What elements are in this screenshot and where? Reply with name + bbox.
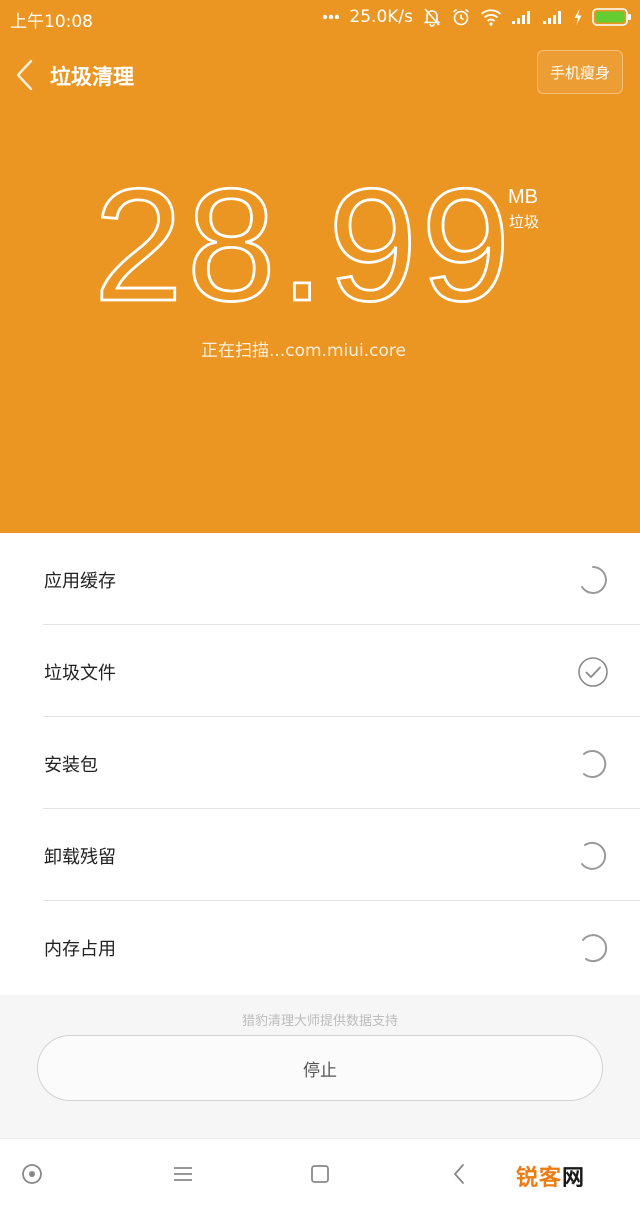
chevron-left-icon bbox=[16, 59, 33, 91]
list-item-label: 应用缓存 bbox=[44, 571, 116, 592]
status-indicators: 25.0K/s bbox=[322, 5, 632, 29]
list-item-label: 内存占用 bbox=[44, 939, 116, 960]
list-item-memory-usage[interactable]: 内存占用 bbox=[0, 901, 640, 993]
back-button[interactable] bbox=[10, 56, 44, 94]
list-item-junk-files[interactable]: 垃圾文件 bbox=[0, 625, 640, 717]
menu-icon[interactable] bbox=[170, 1161, 196, 1187]
loading-spinner-icon bbox=[583, 750, 607, 778]
list-item-app-cache[interactable]: 应用缓存 bbox=[0, 533, 640, 625]
junk-size-value: 28.99 bbox=[94, 168, 510, 318]
watermark-logo: 锐客网 bbox=[516, 1160, 585, 1192]
wifi-icon bbox=[480, 9, 502, 26]
page-title: 垃圾清理 bbox=[50, 65, 134, 89]
loading-spinner-icon bbox=[581, 841, 607, 870]
loading-spinner-icon bbox=[582, 934, 608, 963]
stop-button[interactable]: 停止 bbox=[37, 1035, 603, 1101]
watermark-text-a: 锐客 bbox=[516, 1166, 563, 1191]
category-list: 应用缓存 垃圾文件 安装包 卸载残留 内存占用 bbox=[0, 533, 640, 993]
footer: 猎豹清理大师提供数据支持 停止 bbox=[0, 995, 640, 1138]
junk-size-display: 28.99 bbox=[92, 168, 510, 318]
phone-slim-button[interactable]: 手机瘦身 bbox=[537, 50, 623, 94]
alarm-icon bbox=[452, 8, 470, 26]
list-item-label: 卸载残留 bbox=[44, 847, 116, 868]
check-circle-icon bbox=[578, 657, 608, 687]
watermark-text-b: 网 bbox=[562, 1166, 586, 1191]
signal-icon bbox=[543, 11, 561, 24]
junk-unit: MB bbox=[508, 186, 538, 208]
status-time: 上午10:08 bbox=[10, 12, 93, 32]
charging-icon bbox=[574, 9, 582, 25]
junk-unit-label: 垃圾 bbox=[509, 213, 540, 231]
square-icon[interactable] bbox=[307, 1161, 333, 1187]
mute-bell-icon bbox=[423, 8, 441, 27]
list-item-uninstall-residue[interactable]: 卸载残留 bbox=[0, 809, 640, 901]
battery-icon bbox=[592, 8, 631, 26]
signal-icon bbox=[512, 11, 530, 24]
data-provider-note: 猎豹清理大师提供数据支持 bbox=[241, 1014, 398, 1029]
back-chevron-icon[interactable] bbox=[447, 1161, 473, 1187]
status-bar: 上午10:08 25.0K/s bbox=[0, 0, 640, 34]
network-speed: 25.0K/s bbox=[349, 7, 413, 27]
scanning-status: 正在扫描...com.miui.core bbox=[201, 341, 406, 361]
list-item-install-packages[interactable]: 安装包 bbox=[0, 717, 640, 809]
loading-spinner-icon bbox=[581, 566, 607, 594]
list-item-label: 垃圾文件 bbox=[44, 663, 116, 684]
more-dots-icon bbox=[323, 14, 340, 20]
list-item-label: 安装包 bbox=[44, 755, 98, 776]
circle-dot-icon[interactable] bbox=[19, 1161, 45, 1187]
